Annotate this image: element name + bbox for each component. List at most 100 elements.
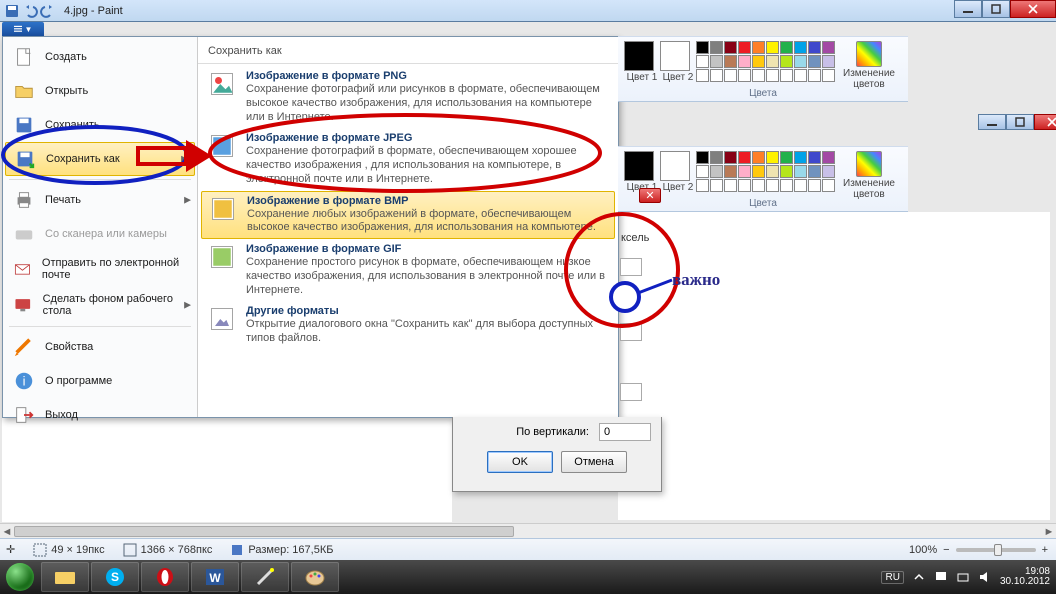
redo-icon[interactable] (40, 3, 56, 19)
empty-swatch[interactable] (696, 69, 709, 82)
color-swatch[interactable] (808, 151, 821, 164)
network-icon[interactable] (956, 570, 970, 584)
zoom-slider[interactable] (956, 548, 1036, 552)
stray-input-1[interactable] (620, 258, 642, 276)
color-swatch[interactable] (766, 55, 779, 68)
format-png[interactable]: Изображение в формате PNG Сохранение фот… (198, 66, 618, 128)
color-swatch[interactable] (766, 151, 779, 164)
inner-paint-canvas[interactable] (618, 212, 1050, 520)
close-button[interactable] (1010, 0, 1056, 18)
color1-swatch[interactable] (624, 41, 654, 71)
color-swatch[interactable] (766, 41, 779, 54)
task-word[interactable]: W (191, 562, 239, 592)
stray-input-3[interactable] (620, 383, 642, 401)
horizontal-scrollbar[interactable]: ◄ ► (0, 523, 1056, 538)
inner-maximize-button[interactable] (1006, 114, 1034, 130)
color-swatch[interactable] (696, 41, 709, 54)
menu-item-save[interactable]: Сохранить (3, 108, 197, 142)
empty-swatch[interactable] (766, 69, 779, 82)
volume-icon[interactable] (978, 570, 992, 584)
menu-item-print[interactable]: Печать ▶ (3, 183, 197, 217)
empty-swatch[interactable] (766, 179, 779, 192)
color-swatch[interactable] (822, 151, 835, 164)
format-gif[interactable]: Изображение в формате GIF Сохранение про… (198, 239, 618, 301)
zoom-out-button[interactable]: − (943, 544, 949, 556)
color-swatch[interactable] (696, 165, 709, 178)
color-swatch[interactable] (696, 55, 709, 68)
format-jpeg[interactable]: Изображение в формате JPEG Сохранение фо… (198, 128, 618, 190)
empty-swatch[interactable] (808, 179, 821, 192)
color-swatch[interactable] (752, 165, 765, 178)
empty-swatch[interactable] (738, 179, 751, 192)
language-indicator[interactable]: RU (881, 571, 903, 584)
empty-swatch[interactable] (752, 69, 765, 82)
empty-swatch[interactable] (724, 179, 737, 192)
color-swatch[interactable] (738, 55, 751, 68)
color-swatch[interactable] (738, 165, 751, 178)
start-button[interactable] (0, 560, 40, 594)
empty-swatch[interactable] (696, 179, 709, 192)
color1-swatch[interactable] (624, 151, 654, 181)
zoom-thumb[interactable] (994, 544, 1002, 556)
color-swatch[interactable] (808, 41, 821, 54)
minimize-button[interactable] (954, 0, 982, 18)
menu-item-set-desktop[interactable]: Сделать фоном рабочего стола ▶ (3, 287, 197, 323)
color-swatch[interactable] (822, 165, 835, 178)
empty-swatch[interactable] (780, 179, 793, 192)
empty-swatch[interactable] (724, 69, 737, 82)
zoom-in-button[interactable]: + (1042, 544, 1048, 556)
color-swatch[interactable] (696, 151, 709, 164)
maximize-button[interactable] (982, 0, 1010, 18)
undo-icon[interactable] (22, 3, 38, 19)
color-swatch[interactable] (808, 55, 821, 68)
color-swatch[interactable] (724, 41, 737, 54)
task-wizard[interactable] (241, 562, 289, 592)
menu-item-save-as[interactable]: Сохранить как ▶ (5, 142, 195, 176)
tray-up-icon[interactable] (912, 570, 926, 584)
inner-close-button[interactable] (1034, 114, 1056, 130)
color-swatch[interactable] (738, 41, 751, 54)
color-swatch[interactable] (794, 41, 807, 54)
color-swatch[interactable] (752, 41, 765, 54)
task-opera[interactable] (141, 562, 189, 592)
color-swatch[interactable] (794, 165, 807, 178)
empty-swatch[interactable] (780, 69, 793, 82)
empty-swatch[interactable] (808, 69, 821, 82)
menu-item-about[interactable]: i О программе (3, 364, 197, 398)
menu-item-properties[interactable]: Свойства (3, 330, 197, 364)
color-swatch[interactable] (710, 151, 723, 164)
color-swatch[interactable] (710, 41, 723, 54)
color-swatch[interactable] (794, 55, 807, 68)
empty-swatch[interactable] (822, 69, 835, 82)
empty-swatch[interactable] (752, 179, 765, 192)
color-swatch[interactable] (724, 165, 737, 178)
format-bmp[interactable]: Изображение в формате BMP Сохранение люб… (201, 191, 615, 240)
stray-input-2[interactable] (620, 323, 642, 341)
color-swatch[interactable] (780, 165, 793, 178)
file-dropdown-button[interactable]: ▼ (2, 22, 44, 36)
color-swatch[interactable] (738, 151, 751, 164)
task-skype[interactable]: S (91, 562, 139, 592)
edit-colors-button[interactable]: Изменение цветов (843, 41, 895, 90)
task-explorer[interactable] (41, 562, 89, 592)
color-swatch[interactable] (780, 41, 793, 54)
menu-item-email[interactable]: Отправить по электронной почте (3, 251, 197, 287)
empty-swatch[interactable] (794, 179, 807, 192)
color-swatch[interactable] (794, 151, 807, 164)
color-swatch[interactable] (724, 151, 737, 164)
empty-swatch[interactable] (710, 179, 723, 192)
empty-swatch[interactable] (822, 179, 835, 192)
scrollbar-thumb[interactable] (14, 526, 514, 537)
empty-swatch[interactable] (794, 69, 807, 82)
dialog-vertical-input[interactable] (599, 423, 651, 441)
color-swatch[interactable] (752, 151, 765, 164)
color-swatch[interactable] (822, 41, 835, 54)
scroll-left-icon[interactable]: ◄ (0, 524, 14, 539)
color-swatch[interactable] (808, 165, 821, 178)
empty-swatch[interactable] (710, 69, 723, 82)
color-swatch[interactable] (780, 151, 793, 164)
color-swatch[interactable] (780, 55, 793, 68)
edit-colors-button[interactable]: Изменение цветов (843, 151, 895, 200)
empty-swatch[interactable] (738, 69, 751, 82)
color-swatch[interactable] (766, 165, 779, 178)
